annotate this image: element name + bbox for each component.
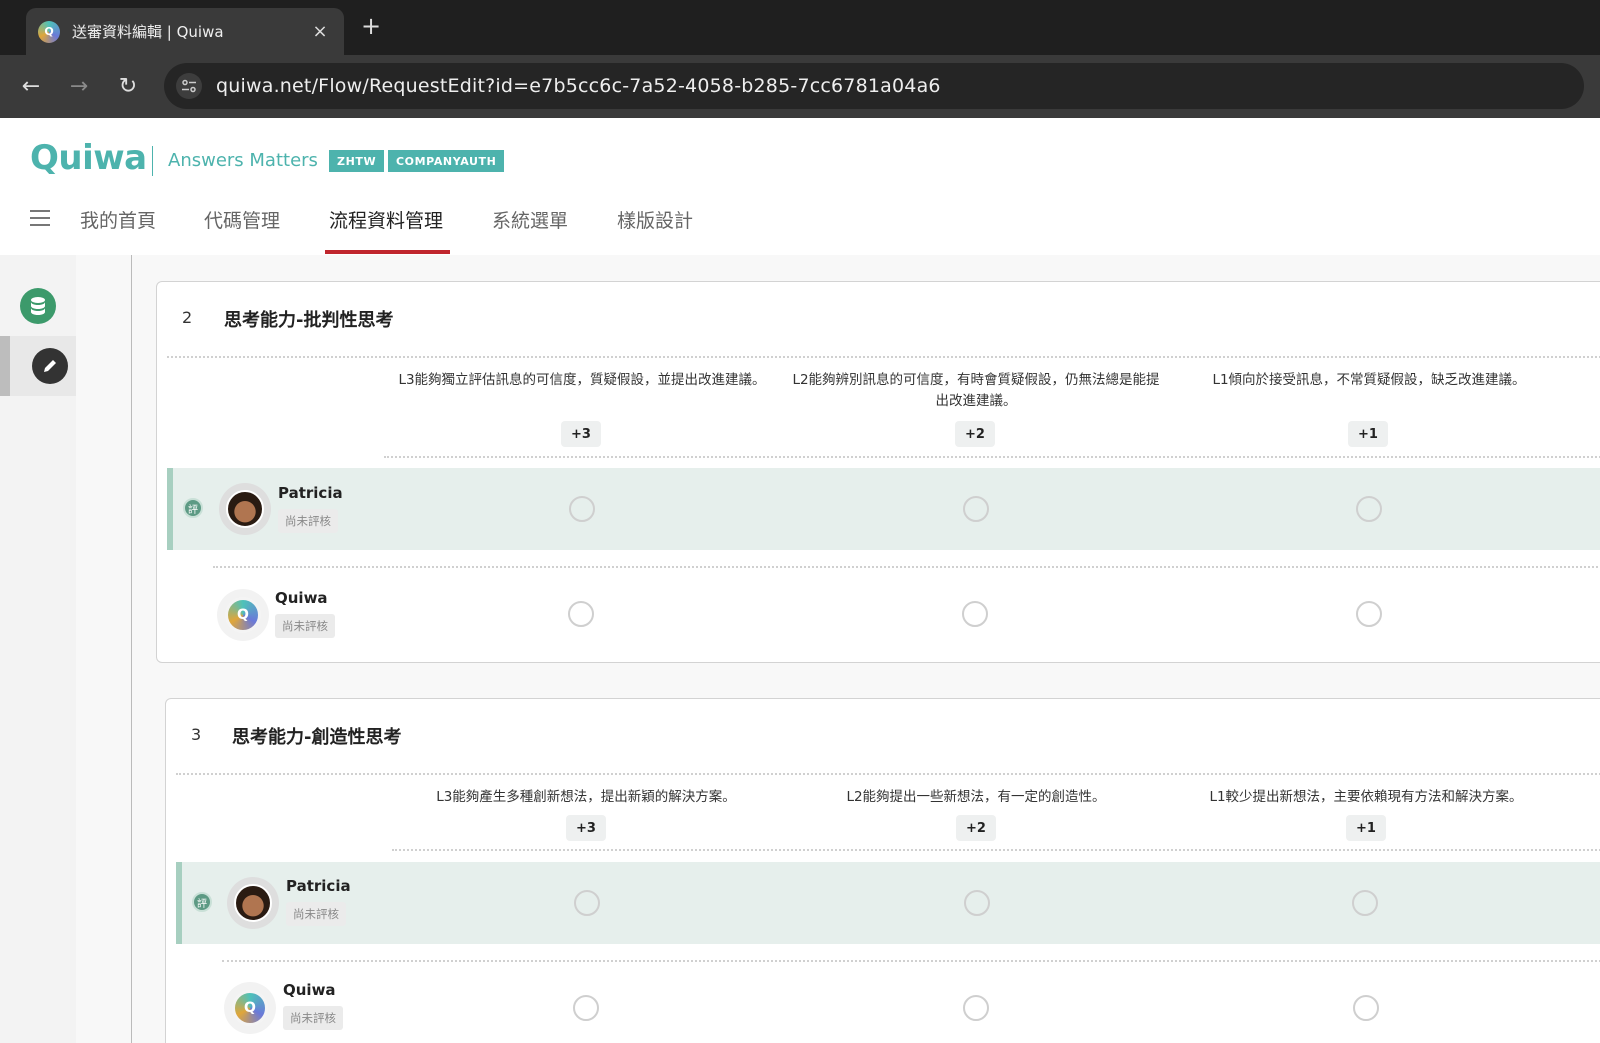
score-label: +3 (561, 421, 601, 447)
divider (384, 456, 1600, 458)
avatar (227, 877, 279, 929)
reviewer-name: Patricia (278, 484, 343, 502)
criterion-text: L2能夠辨別訊息的可信度，有時會質疑假設，仍無法總是能提出改進建議。 (792, 372, 1160, 409)
criteria-card: 2 思考能力-批判性思考 L3能夠獨立評估訊息的可信度，質疑假設，並提出改進建議… (156, 281, 1600, 663)
radio-score-3[interactable] (568, 601, 594, 627)
status-badge: 尚未評核 (286, 902, 346, 926)
quiwa-favicon-icon: Q (38, 20, 60, 43)
app-header: Quiwa Answers Matters ZHTW COMPANYAUTH 我… (0, 118, 1600, 255)
score-label: +3 (566, 815, 606, 841)
radio-score-3[interactable] (573, 995, 599, 1021)
divider (176, 773, 1600, 775)
avatar (219, 483, 271, 535)
nav-template-design[interactable]: 樣版設計 (617, 206, 693, 233)
site-info-icon[interactable] (176, 73, 202, 99)
score-label: +2 (955, 421, 995, 447)
radio-score-2[interactable] (963, 995, 989, 1021)
address-bar[interactable]: quiwa.net/Flow/RequestEdit?id=e7b5cc6c-7… (164, 63, 1584, 109)
avatar: Q (217, 589, 269, 641)
database-icon[interactable] (20, 288, 56, 324)
radio-score-2[interactable] (964, 890, 990, 916)
company-auth-badge: COMPANYAUTH (388, 150, 505, 172)
active-nav-indicator (325, 250, 450, 254)
divider (392, 849, 1600, 851)
nav-flow-data-management[interactable]: 流程資料管理 (329, 206, 443, 233)
reviewer-name: Quiwa (283, 981, 336, 999)
status-badge: 尚未評核 (283, 1006, 343, 1030)
criterion-text: L2能夠提出一些新想法，有一定的創造性。 (846, 789, 1106, 805)
tagline: Answers Matters (168, 150, 318, 171)
status-badge: 尚未評核 (278, 509, 338, 533)
quiwa-logo-icon: Q (225, 597, 261, 633)
score-label: +2 (956, 815, 996, 841)
divider (167, 356, 1600, 358)
status-badge: 尚未評核 (275, 614, 335, 638)
radio-score-1[interactable] (1356, 601, 1382, 627)
radio-score-2[interactable] (963, 496, 989, 522)
section-number: 3 (191, 725, 202, 744)
reload-button[interactable]: ↻ (113, 71, 143, 101)
section-number: 2 (182, 308, 193, 327)
content-divider (131, 255, 132, 1043)
sidebar (0, 255, 76, 1043)
section-title: 思考能力-創造性思考 (232, 727, 402, 748)
person-photo (234, 884, 272, 922)
reviewer-name: Patricia (286, 877, 351, 895)
browser-toolbar: ← → ↻ quiwa.net/Flow/RequestEdit?id=e7b5… (0, 55, 1600, 118)
criterion-text: L1較少提出新想法，主要依賴現有方法和解決方案。 (1209, 789, 1523, 805)
nav-code-management[interactable]: 代碼管理 (204, 206, 280, 233)
section-title: 思考能力-批判性思考 (224, 310, 394, 331)
radio-score-1[interactable] (1353, 995, 1379, 1021)
criterion-text: L1傾向於接受訊息，不常質疑假設，缺乏改進建議。 (1212, 372, 1526, 388)
nav-home[interactable]: 我的首頁 (80, 206, 156, 233)
divider (213, 566, 1600, 568)
logo-divider (152, 146, 153, 176)
evaluator-badge: 評 (183, 498, 203, 518)
criteria-card: 3 思考能力-創造性思考 L3能夠產生多種創新想法，提出新穎的解決方案。 L2能… (165, 698, 1600, 1043)
nav-system-menu[interactable]: 系統選單 (492, 206, 568, 233)
new-tab-button[interactable]: + (358, 12, 384, 40)
radio-score-1[interactable] (1352, 890, 1378, 916)
radio-score-1[interactable] (1356, 496, 1382, 522)
language-badge: ZHTW (329, 150, 385, 172)
reviewer-name: Quiwa (275, 589, 328, 607)
tab-title: 送審資料編輯 | Quiwa (72, 23, 224, 41)
close-tab-icon[interactable]: × (310, 21, 330, 42)
criterion-text: L3能夠獨立評估訊息的可信度，質疑假設，並提出改進建議。 (398, 372, 766, 388)
quiwa-logo[interactable]: Quiwa (30, 138, 147, 178)
url-text: quiwa.net/Flow/RequestEdit?id=e7b5cc6c-7… (216, 75, 941, 97)
criterion-text: L3能夠產生多種創新想法，提出新穎的解決方案。 (436, 789, 736, 805)
sidebar-item-edit[interactable] (0, 336, 76, 396)
quiwa-logo-icon: Q (232, 990, 268, 1026)
radio-score-3[interactable] (574, 890, 600, 916)
score-label: +1 (1346, 815, 1386, 841)
reviewer-row-highlighted (176, 862, 1600, 944)
browser-tab[interactable]: Q 送審資料編輯 | Quiwa × (26, 8, 344, 55)
hamburger-menu-icon[interactable] (30, 210, 50, 226)
person-photo (226, 490, 264, 528)
pencil-icon (32, 348, 68, 384)
forward-button[interactable]: → (64, 71, 94, 101)
browser-tab-bar: Q 送審資料編輯 | Quiwa × + (0, 0, 1600, 55)
avatar: Q (224, 982, 276, 1034)
reviewer-row-highlighted (167, 468, 1600, 550)
radio-score-3[interactable] (569, 496, 595, 522)
radio-score-2[interactable] (962, 601, 988, 627)
back-button[interactable]: ← (16, 71, 46, 101)
evaluator-badge: 評 (192, 892, 212, 912)
divider (222, 960, 1600, 962)
score-label: +1 (1348, 421, 1388, 447)
